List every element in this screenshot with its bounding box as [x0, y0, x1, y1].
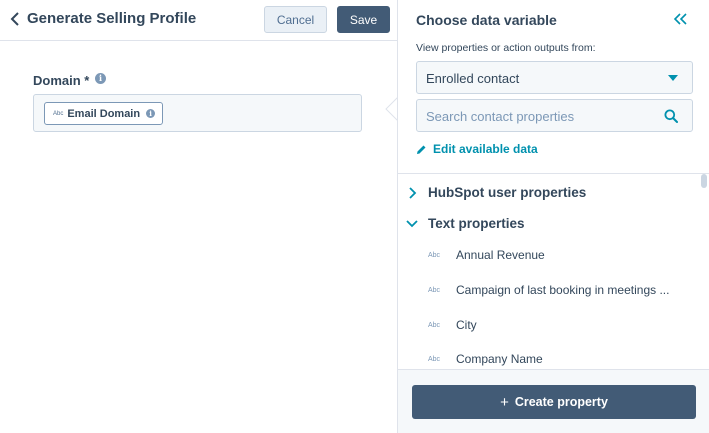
property-type-label: Abc [428, 321, 441, 329]
scroll-thumb[interactable] [701, 174, 707, 188]
group-hubspot-user-properties[interactable]: HubSpot user properties [406, 185, 586, 200]
info-icon[interactable]: i [95, 73, 106, 84]
property-label: Annual Revenue [456, 248, 545, 262]
list-item[interactable]: Abc Company Name [428, 352, 543, 366]
domain-field-label: Domain * [33, 73, 90, 88]
pencil-icon [417, 145, 426, 154]
panel-title: Choose data variable [416, 12, 557, 28]
group-label: Text properties [428, 216, 525, 231]
token-label: Email Domain [67, 107, 141, 120]
plus-icon: + [500, 393, 509, 411]
search-input[interactable] [426, 106, 656, 126]
double-chevron-left-icon[interactable] [673, 12, 689, 26]
create-property-label: Create property [514, 395, 608, 409]
create-property-button[interactable]: + Create property [412, 385, 696, 419]
source-select-value: Enrolled contact [426, 71, 520, 86]
search-icon[interactable] [664, 109, 678, 123]
property-list: HubSpot user properties Text properties … [398, 173, 709, 369]
domain-field[interactable]: Abc Email Domain i [33, 94, 362, 132]
view-from-label: View properties or action outputs from: [416, 42, 596, 54]
property-type-label: Abc [428, 355, 441, 363]
source-select[interactable]: Enrolled contact [416, 61, 693, 94]
data-variable-panel: Choose data variable View properties or … [397, 0, 709, 433]
info-icon[interactable]: i [146, 109, 156, 118]
property-label: Campaign of last booking in meetings ... [456, 283, 670, 297]
caret-down-icon [668, 75, 678, 81]
token-type-label: Abc [53, 110, 64, 117]
property-label: City [456, 318, 477, 332]
email-domain-token[interactable]: Abc Email Domain i [44, 102, 164, 125]
chevron-left-icon[interactable] [8, 10, 22, 28]
edit-available-data-label: Edit available data [433, 142, 538, 156]
search-field[interactable] [416, 99, 693, 132]
edit-available-data-link[interactable]: Edit available data [416, 142, 538, 156]
group-label: HubSpot user properties [428, 185, 587, 200]
page-title: Generate Selling Profile [27, 10, 197, 27]
chevron-down-icon [406, 219, 418, 227]
editor-header: Generate Selling Profile Cancel Save [0, 0, 398, 41]
panel-footer: + Create property [398, 369, 709, 433]
list-item[interactable]: Abc City [428, 318, 477, 332]
panel-pointer [385, 97, 398, 121]
property-type-label: Abc [428, 251, 441, 259]
cancel-button[interactable]: Cancel [264, 6, 327, 33]
property-label: Company Name [456, 352, 543, 366]
group-text-properties[interactable]: Text properties [406, 216, 525, 231]
scrollbar[interactable] [700, 174, 708, 369]
workflow-action-editor: Generate Selling Profile Cancel Save Dom… [0, 0, 398, 433]
save-button[interactable]: Save [337, 6, 390, 33]
list-item[interactable]: Abc Campaign of last booking in meetings… [428, 283, 669, 297]
chevron-right-icon [409, 186, 417, 199]
property-type-label: Abc [428, 286, 441, 294]
list-item[interactable]: Abc Annual Revenue [428, 248, 545, 262]
